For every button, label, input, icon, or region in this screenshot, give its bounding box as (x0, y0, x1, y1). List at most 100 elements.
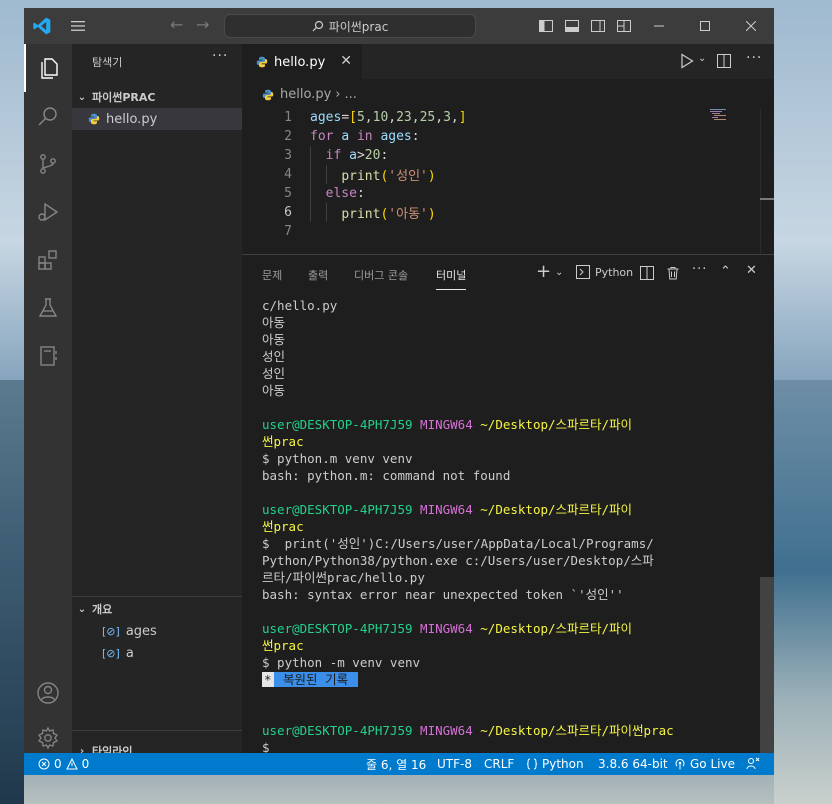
toggle-sidebar-icon[interactable] (538, 18, 554, 34)
toggle-secondary-sidebar-icon[interactable] (590, 18, 606, 34)
status-feedback[interactable] (746, 753, 760, 775)
customize-layout-icon[interactable] (616, 18, 632, 34)
tab-label: hello.py (274, 54, 326, 70)
tab-hello-py[interactable]: hello.py ✕ (242, 44, 362, 79)
sidebar-more-actions[interactable]: ··· (212, 48, 228, 64)
status-go-live[interactable]: Go Live (674, 753, 735, 775)
terminal-line: bash: python.m: command not found (262, 468, 511, 483)
activity-notebook[interactable] (24, 332, 72, 380)
new-terminal-icon[interactable]: + (536, 261, 551, 282)
code-line: 1 ages=[5,10,23,25,3,] (242, 108, 762, 127)
maximize-button[interactable] (682, 8, 728, 44)
minimize-icon (654, 25, 664, 27)
maximize-panel-icon[interactable]: ⌃ (720, 264, 731, 279)
tab-debug-console[interactable]: 디버그 콘솔 (354, 267, 408, 283)
folder-name: 파이썬PRAC (92, 91, 156, 104)
forward-arrow-icon[interactable]: → (196, 15, 209, 34)
outline-section-header[interactable]: ⌄ 개요 (72, 598, 242, 620)
terminal-prompt-path: 썬prac (262, 519, 304, 534)
broadcast-icon (675, 758, 685, 770)
tab-problems[interactable]: 문제 (262, 267, 282, 283)
line-number: 7 (284, 224, 292, 239)
terminal-scrollbar[interactable] (760, 577, 774, 753)
status-interpreter[interactable]: 3.8.6 64-bit (598, 753, 668, 775)
back-arrow-icon[interactable]: ← (170, 15, 183, 34)
cursor-position-marker (760, 198, 774, 200)
terminal-prompt-line: user@DESKTOP-4PH7J59 MINGW64 ~/Desktop/스… (262, 502, 633, 517)
error-icon (38, 758, 50, 770)
close-panel-icon[interactable]: ✕ (746, 263, 757, 278)
desktop-wallpaper-left (0, 380, 24, 804)
close-tab-icon[interactable]: ✕ (340, 53, 352, 69)
vscode-window: ← → 파이썬prac 탐색기 ··· ⌄ 파이썬PRAC hello.py ⌄… (24, 8, 774, 775)
split-editor-icon[interactable] (716, 53, 732, 69)
status-problems[interactable]: 0 0 (38, 753, 89, 775)
activity-search[interactable] (24, 92, 72, 140)
activity-accounts[interactable] (24, 669, 72, 717)
toggle-panel-icon[interactable] (564, 18, 580, 34)
activity-testing[interactable] (24, 284, 72, 332)
explorer-sidebar: 탐색기 ··· ⌄ 파이썬PRAC hello.py ⌄ 개요 [⊘] ages… (72, 44, 242, 758)
status-language[interactable]: Python (526, 753, 584, 775)
status-cursor-position[interactable]: 줄 6, 열 16 (366, 753, 426, 775)
code-text: print('성인') (341, 169, 436, 184)
close-window-button[interactable] (728, 8, 774, 44)
variable-icon: [⊘] (102, 624, 120, 638)
outline-item-label: a (125, 645, 134, 661)
editor-scrollbar[interactable] (760, 108, 774, 258)
editor-more-actions[interactable]: ··· (746, 50, 762, 66)
extensions-icon (38, 250, 57, 270)
activity-explorer[interactable] (24, 44, 72, 92)
status-encoding[interactable]: UTF-8 (437, 753, 472, 775)
python-file-icon (262, 89, 274, 100)
terminal-line: $ python.m venv venv (262, 451, 413, 466)
terminal-line: 아동 (262, 315, 286, 330)
vscode-logo-icon (33, 17, 51, 35)
warning-icon (65, 758, 78, 770)
terminal-line: $ print('성인')C:/Users/user/AppData/Local… (262, 536, 654, 551)
terminal-prompt-path: 썬prac (262, 638, 304, 653)
outline-title: 개요 (92, 603, 113, 616)
run-python-icon[interactable] (680, 53, 694, 69)
chevron-down-icon: ⌄ (77, 91, 87, 103)
error-count: 0 (54, 757, 62, 771)
maximize-icon (700, 21, 710, 31)
file-item-hello-py[interactable]: hello.py (72, 108, 242, 130)
terminal-line: bash: syntax error near unexpected token… (262, 587, 624, 602)
editor-area: hello.py ✕ ⌄ ··· hello.py › ... 1 ages=[… (242, 44, 774, 755)
breadcrumb-more[interactable]: ... (344, 87, 356, 102)
minimap[interactable] (710, 108, 730, 124)
line-number: 6 (284, 205, 292, 220)
warning-count: 0 (81, 757, 90, 771)
desktop-wallpaper-right (774, 380, 832, 804)
split-terminal-icon[interactable] (640, 266, 654, 280)
tab-terminal[interactable]: 터미널 (436, 267, 467, 290)
trash-icon[interactable] (666, 266, 680, 280)
terminal-line: 아동 (262, 332, 286, 347)
command-center-search[interactable]: 파이썬prac (224, 14, 476, 38)
terminal-profile[interactable]: Python (576, 265, 633, 279)
chevron-down-icon[interactable]: ⌄ (698, 53, 706, 64)
activity-run-debug[interactable] (24, 188, 72, 236)
minimize-button[interactable] (636, 8, 682, 44)
tab-output[interactable]: 출력 (308, 267, 328, 283)
panel-more-actions[interactable]: ··· (692, 262, 707, 277)
activity-source-control[interactable] (24, 140, 72, 188)
bottom-panel: 문제 출력 디버그 콘솔 터미널 + ⌄ Python ··· ⌃ ✕ c/he… (242, 254, 774, 755)
terminal-line: 르타/파이썬prac/hello.py (262, 570, 425, 585)
menu-icon[interactable] (70, 18, 86, 34)
terminal-line: 성인 (262, 366, 286, 381)
breadcrumb-file[interactable]: hello.py (280, 87, 331, 102)
line-number: 1 (284, 110, 292, 125)
command-center-text: 파이썬prac (328, 19, 389, 34)
code-text: ages=[5,10,23,25,3,] (310, 110, 467, 125)
search-icon (312, 20, 323, 32)
chevron-down-icon[interactable]: ⌄ (555, 267, 563, 278)
close-icon (746, 21, 756, 31)
outline-item-a[interactable]: [⊘] a (102, 642, 134, 664)
status-eol[interactable]: CRLF (484, 753, 514, 775)
code-line: 4 print('성인') (242, 165, 762, 184)
activity-extensions[interactable] (24, 236, 72, 284)
outline-item-ages[interactable]: [⊘] ages (102, 620, 157, 642)
folder-section-header[interactable]: ⌄ 파이썬PRAC (72, 86, 242, 108)
